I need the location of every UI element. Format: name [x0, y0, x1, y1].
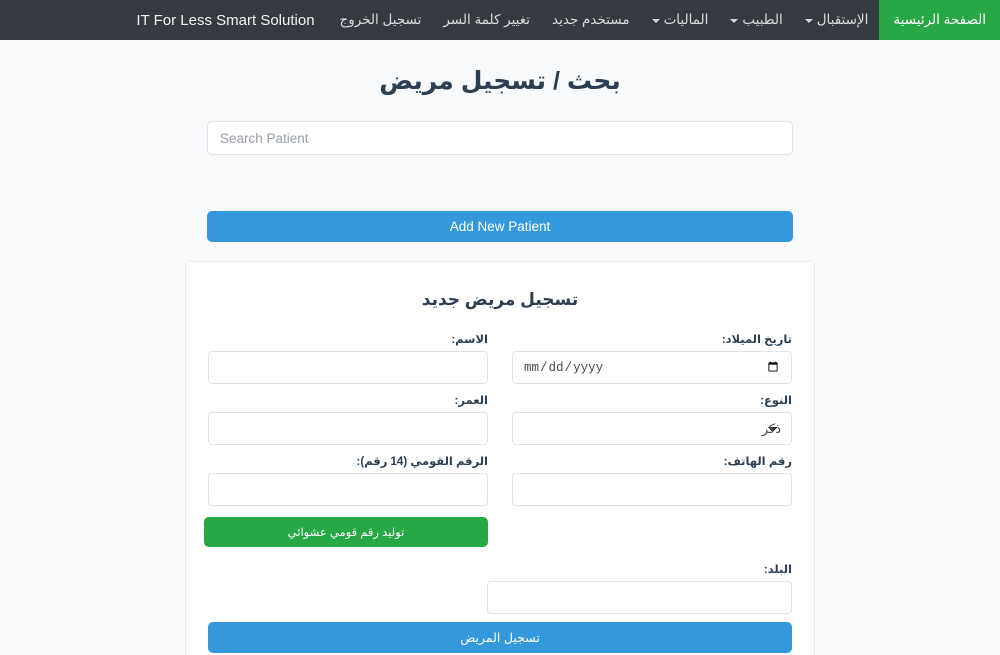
page-title: بحث / تسجيل مريض — [379, 67, 621, 95]
nav-item-doctor-label: الطبيب — [742, 12, 783, 28]
field-dob: تاريخ الميلاد: — [512, 332, 792, 384]
chevron-down-icon — [730, 19, 739, 23]
generate-national-id-button[interactable]: توليد رقم قومي عشوائي — [204, 517, 488, 547]
search-input-wrapper — [207, 121, 793, 155]
register-patient-button[interactable]: تسجيل المريض — [208, 622, 792, 653]
chevron-down-icon — [651, 19, 660, 23]
navbar-spacer — [0, 0, 122, 40]
nav-item-logout[interactable]: تسجيل الخروج — [329, 0, 433, 40]
age-label: العمر: — [454, 395, 488, 407]
new-patient-card: تسجيل مريض جديد تاريخ الميلاد: الاسم: ال… — [185, 261, 815, 655]
gender-select[interactable]: ذكر أنثى — [512, 412, 792, 445]
nav-item-change-password[interactable]: تغيير كلمة السر — [432, 0, 541, 40]
country-input[interactable] — [487, 581, 792, 614]
field-age: العمر: — [208, 393, 488, 445]
field-phone: رقم الهاتف: — [512, 454, 792, 547]
name-label: الاسم: — [451, 334, 488, 346]
card-title: تسجيل مريض جديد — [421, 290, 579, 309]
form-row-age-gender: النوع: ذكر أنثى العمر: — [208, 393, 792, 445]
nav-item-reception[interactable]: الإستقبال — [794, 0, 880, 40]
country-label: البلد: — [763, 564, 792, 576]
phone-label: رقم الهاتف: — [723, 456, 792, 468]
field-name: الاسم: — [208, 332, 488, 384]
nav-item-home[interactable]: الصفحة الرئيسية — [879, 0, 1000, 40]
dob-input[interactable] — [512, 351, 792, 384]
national-id-label: الرقم القومي (14 رقم): — [356, 456, 488, 468]
phone-input[interactable] — [512, 473, 792, 506]
nav-item-finance-label: الماليات — [663, 12, 709, 28]
navbar-brand[interactable]: IT For Less Smart Solution — [122, 0, 328, 40]
chevron-down-icon — [804, 19, 813, 23]
nav-item-change-password-label: تغيير كلمة السر — [443, 12, 531, 28]
nav-item-doctor[interactable]: الطبيب — [719, 0, 793, 40]
top-navbar: الصفحة الرئيسية الإستقبال الطبيب الماليا… — [0, 0, 1000, 40]
field-national-id: الرقم القومي (14 رقم): توليد رقم قومي عش… — [204, 454, 488, 547]
gender-label: النوع: — [760, 395, 792, 407]
nav-item-new-user-label: مستخدم جديد — [552, 12, 630, 28]
nav-item-new-user[interactable]: مستخدم جديد — [541, 0, 641, 40]
nav-item-logout-label: تسجيل الخروج — [339, 12, 422, 28]
add-new-patient-button[interactable]: Add New Patient — [207, 211, 793, 242]
name-input[interactable] — [208, 351, 488, 384]
nav-item-reception-label: الإستقبال — [816, 12, 869, 28]
form-row-id-phone: رقم الهاتف: الرقم القومي (14 رقم): توليد… — [204, 454, 792, 547]
nav-item-home-label: الصفحة الرئيسية — [893, 12, 986, 28]
dob-label: تاريخ الميلاد: — [721, 334, 792, 346]
national-id-input[interactable] — [208, 473, 488, 506]
field-gender: النوع: ذكر أنثى — [512, 393, 792, 445]
search-section: Add New Patient — [207, 121, 793, 242]
age-input[interactable] — [208, 412, 488, 445]
form-row-name-dob: تاريخ الميلاد: الاسم: — [208, 332, 792, 384]
form-row-country: البلد: — [208, 562, 792, 614]
nav-item-finance[interactable]: الماليات — [641, 0, 720, 40]
search-input[interactable] — [207, 121, 793, 155]
